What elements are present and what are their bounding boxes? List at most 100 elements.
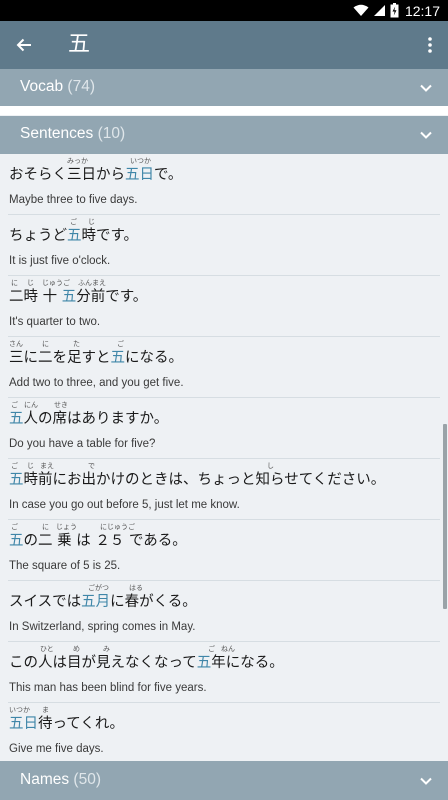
furigana: じ xyxy=(27,462,34,470)
sentence-text: すと xyxy=(81,350,111,366)
sentence-text: である。 xyxy=(128,533,187,549)
sentence-japanese: ちょうど五時です。 xyxy=(9,229,138,244)
furigana: ま xyxy=(42,706,49,714)
sentence-translation: This man has been blind for five years. xyxy=(9,682,207,694)
sentence-item[interactable]: 五人の席はありますか。 ご にん せき Do you have a table … xyxy=(0,399,448,459)
sentence-japanese: この人は目が見えなくなって五年になる。 xyxy=(9,656,284,671)
sentence-translation: It's quarter to two. xyxy=(9,316,101,328)
sentence-translation: The square of 5 is 25. xyxy=(9,560,121,572)
furigana: じ xyxy=(88,218,95,226)
sentence-text: かけのときは、ちょっと xyxy=(96,472,256,488)
sentence-text: 出 xyxy=(81,472,97,488)
chevron-down-icon xyxy=(420,131,432,139)
status-bar: 12:17 xyxy=(0,0,448,21)
more-vert-icon xyxy=(428,37,432,53)
sentence-text: ２５ xyxy=(95,533,129,549)
furigana: じ xyxy=(27,279,34,287)
sentence-item[interactable]: 三に二を足すと五になる。 さん に た ご Add two to three, … xyxy=(0,338,448,398)
battery-icon xyxy=(390,3,399,18)
sentence-text: 三日 xyxy=(67,167,96,183)
furigana: た xyxy=(73,340,80,348)
sentence-text: 目 xyxy=(67,655,82,671)
overflow-menu-button[interactable] xyxy=(418,31,442,59)
furigana: ふんまえ xyxy=(78,279,106,287)
highlighted-kanji: 五 xyxy=(9,411,24,427)
sentence-text: ってくれ。 xyxy=(52,716,125,732)
sentence-item[interactable]: この人は目が見えなくなって五年になる。 ひと め み ご ねん This man… xyxy=(0,643,448,703)
sentence-text: 時前 xyxy=(23,472,53,488)
row-divider xyxy=(8,275,440,276)
sentence-item[interactable]: おそらく三日から五日で。 みっか いつか Maybe three to five… xyxy=(0,155,448,215)
furigana: め xyxy=(73,645,80,653)
sentence-japanese: 五時前にお出かけのときは、ちょっと知らせてください。 xyxy=(9,473,385,488)
furigana: じゅう xyxy=(42,279,63,287)
section-header-names[interactable]: Names (50) xyxy=(0,761,448,800)
highlighted-kanji: 五月 xyxy=(81,594,111,610)
status-icons: 12:17 xyxy=(353,2,440,19)
sentence-text: で。 xyxy=(154,167,183,183)
highlighted-kanji: 五 xyxy=(9,533,24,549)
sentence-text: 乗 xyxy=(57,533,77,549)
sentence-text: 二 xyxy=(38,350,53,366)
furigana: ご xyxy=(11,401,18,409)
highlighted-kanji: 五 xyxy=(110,350,126,366)
sentence-item[interactable]: スイスでは五月に春がくる。 ごがつ はる In Switzerland, spr… xyxy=(0,582,448,642)
furigana: で xyxy=(88,462,95,470)
sentence-text: になる。 xyxy=(125,350,183,366)
furigana: せき xyxy=(54,401,68,409)
sentence-text: がくる。 xyxy=(139,594,197,610)
sentence-text: に xyxy=(110,594,125,610)
sentence-text: 知 xyxy=(255,472,271,488)
sentence-text: 三 xyxy=(9,350,24,366)
back-button[interactable] xyxy=(10,31,38,59)
sentence-text: は xyxy=(52,655,68,671)
sentence-text: スイスでは xyxy=(9,594,82,610)
furigana: まえ xyxy=(40,462,54,470)
furigana: いつか xyxy=(9,706,30,714)
sentence-translation: In Switzerland, spring comes in May. xyxy=(9,621,196,633)
sentence-translation: Maybe three to five days. xyxy=(9,194,138,206)
sentence-translation: Add two to three, and you get five. xyxy=(9,377,184,389)
sentence-text: の xyxy=(23,533,39,549)
sentence-text: 分前です。 xyxy=(76,289,148,305)
furigana: はる xyxy=(129,584,143,592)
highlighted-kanji: 五 xyxy=(196,655,212,671)
row-divider xyxy=(8,580,440,581)
section-header-sentences[interactable]: Sentences (10) xyxy=(0,116,448,154)
sentence-translation: In case you go out before 5, just let me… xyxy=(9,499,240,511)
sentence-text: えなくなって xyxy=(110,655,197,671)
section-divider xyxy=(0,106,448,115)
furigana: ひと xyxy=(40,645,54,653)
sentence-item[interactable]: 五日待ってくれ。 いつか ま Give me five days. xyxy=(0,704,448,764)
section-count: (74) xyxy=(67,78,95,95)
furigana: に xyxy=(42,340,49,348)
section-header-vocab[interactable]: Vocab (74) xyxy=(0,69,448,107)
sentence-item[interactable]: ちょうど五時です。 ご じ It is just five o'clock. xyxy=(0,216,448,276)
highlighted-kanji: 五 xyxy=(9,472,24,488)
furigana: み xyxy=(103,645,110,653)
row-divider xyxy=(8,397,440,398)
sentence-item[interactable]: 二時 十 五分前です。 に じ じゅう ご ふんまえ It's quarter … xyxy=(0,277,448,337)
chevron-down-icon xyxy=(420,84,432,92)
sentence-text: 席 xyxy=(52,411,68,427)
row-divider xyxy=(8,519,440,520)
sentence-text: が xyxy=(81,655,97,671)
scrollbar-thumb[interactable] xyxy=(443,424,447,609)
furigana: に xyxy=(11,279,18,287)
sentence-text: 待 xyxy=(38,716,53,732)
furigana: じょう xyxy=(56,523,77,531)
sentence-text: 足 xyxy=(67,350,82,366)
furigana: いつか xyxy=(130,157,151,165)
sentence-item[interactable]: 五時前にお出かけのときは、ちょっと知らせてください。 ご じ まえ で し In… xyxy=(0,460,448,520)
wifi-icon xyxy=(353,4,369,16)
furigana: ご xyxy=(208,645,215,653)
section-count: (10) xyxy=(97,125,126,142)
sentence-text: この xyxy=(9,655,38,671)
sentence-text: 二 xyxy=(38,533,58,549)
highlighted-kanji: 五日 xyxy=(125,167,154,183)
furigana: に xyxy=(42,523,49,531)
sentence-text: を xyxy=(52,350,68,366)
sentence-text: ちょうど xyxy=(9,228,67,244)
row-divider xyxy=(8,336,440,337)
sentence-item[interactable]: 五の二 乗 は ２５ である。 ご に じょう にじゅうご The square… xyxy=(0,521,448,581)
